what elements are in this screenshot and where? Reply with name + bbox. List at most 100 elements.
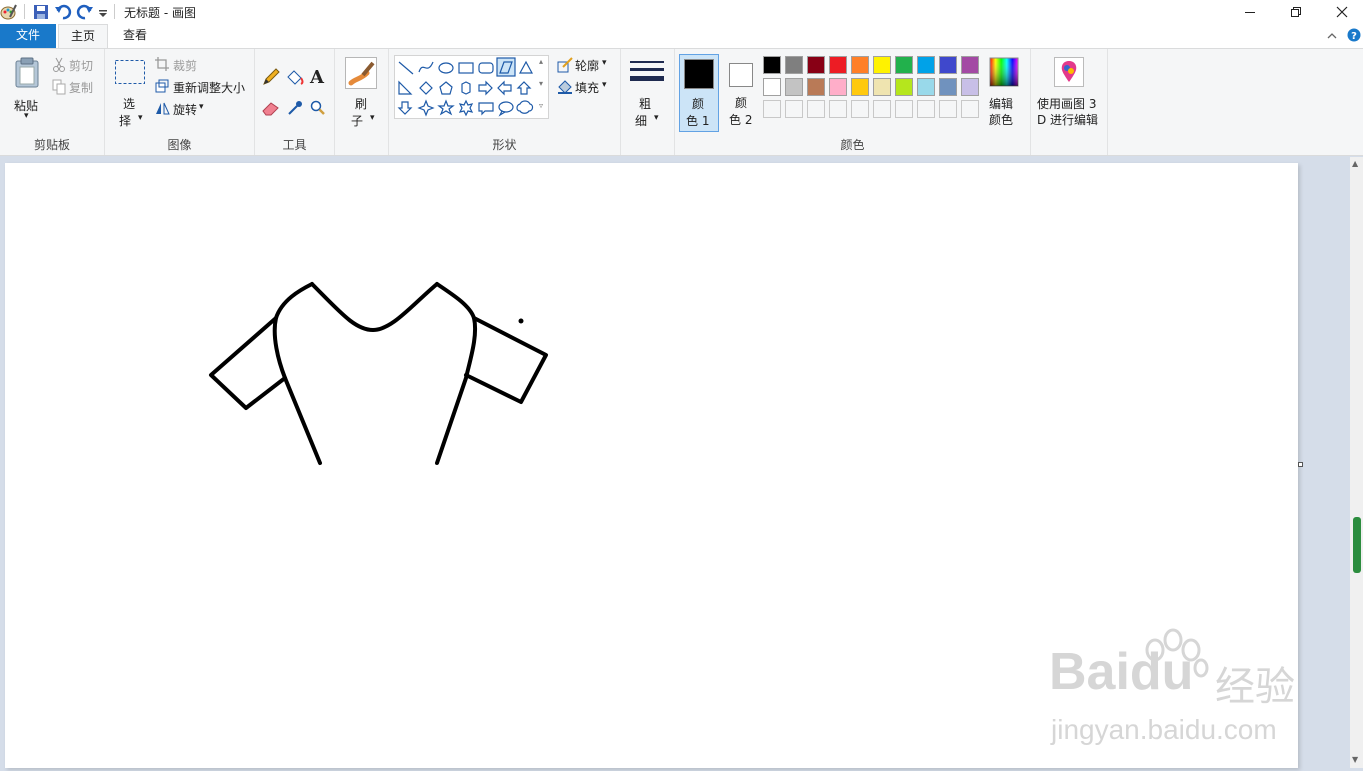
palette-swatch[interactable] <box>939 56 957 74</box>
image-group: 选 择 ▾ 裁剪 重新调整大小 旋转 ▾ 图像 <box>105 49 255 155</box>
palette-swatch[interactable] <box>917 56 935 74</box>
cut-label: 剪切 <box>69 59 94 73</box>
resize-icon <box>155 79 169 96</box>
color2-button[interactable]: 颜 色 2 <box>721 54 761 132</box>
minimize-button[interactable] <box>1227 0 1273 24</box>
palette-empty-swatch[interactable] <box>917 100 935 118</box>
fill-bucket-icon[interactable] <box>285 68 305 89</box>
scroll-up-icon[interactable]: ▲ <box>1352 159 1358 168</box>
color1-label-bottom: 色 1 <box>686 114 710 128</box>
paste-button[interactable]: 粘贴 ▾ <box>6 53 46 129</box>
palette-empty-swatch[interactable] <box>961 100 979 118</box>
tab-file[interactable]: 文件 <box>0 24 56 48</box>
palette-swatch[interactable] <box>763 56 781 74</box>
size-button[interactable]: 粗 细 ▾ <box>627 53 669 129</box>
palette-swatch[interactable] <box>851 56 869 74</box>
palette-swatch[interactable] <box>785 78 803 96</box>
edit-colors-button[interactable]: 编辑 颜色 <box>985 55 1025 129</box>
tab-home[interactable]: 主页 <box>58 24 108 49</box>
rotate-icon <box>155 101 171 118</box>
magnifier-icon[interactable] <box>310 100 326 119</box>
color-picker-icon[interactable] <box>287 100 303 119</box>
edit-colors-label-bottom: 颜色 <box>989 113 1014 127</box>
cut-button[interactable]: 剪切 <box>50 56 100 74</box>
fill-button[interactable]: 填充 ▾ <box>555 78 615 96</box>
rotate-label: 旋转 <box>173 103 198 117</box>
brushes-button[interactable]: 刷 子 ▾ <box>341 53 383 129</box>
edit-with-paint3d-button[interactable]: 使用画图 3 D 进行编辑 <box>1034 55 1106 129</box>
palette-swatch[interactable] <box>873 78 891 96</box>
palette-swatch[interactable] <box>961 56 979 74</box>
text-tool-icon[interactable]: A <box>310 67 324 88</box>
palette-swatch[interactable] <box>763 78 781 96</box>
minimize-icon <box>1245 12 1255 13</box>
collapse-ribbon-icon[interactable] <box>1326 30 1338 44</box>
color2-label-top: 颜 <box>735 96 748 110</box>
color1-button[interactable]: 颜 色 1 <box>679 54 719 132</box>
brushes-dropdown-icon: ▾ <box>370 113 375 123</box>
palette-empty-swatch[interactable] <box>785 100 803 118</box>
palette-swatch[interactable] <box>829 56 847 74</box>
palette-swatch[interactable] <box>785 56 803 74</box>
title-bar: 无标题 - 画图 <box>0 0 1363 24</box>
palette-swatch[interactable] <box>829 78 847 96</box>
eraser-icon[interactable] <box>262 100 280 119</box>
fill-dropdown-icon: ▾ <box>602 80 607 90</box>
palette-empty-swatch[interactable] <box>807 100 825 118</box>
line-width-icon <box>630 59 664 90</box>
crop-button[interactable]: 裁剪 <box>153 56 213 74</box>
pencil-icon[interactable] <box>262 68 280 89</box>
size-group: 粗 细 ▾ <box>621 49 675 155</box>
redo-icon[interactable] <box>76 3 94 24</box>
brushes-label-bottom: 子 <box>351 114 364 128</box>
shapes-scroll-up-icon[interactable]: ▴ <box>539 57 543 66</box>
fill-label: 填充 <box>575 81 600 95</box>
palette-empty-swatch[interactable] <box>829 100 847 118</box>
image-group-label: 图像 <box>167 138 192 152</box>
palette-empty-swatch[interactable] <box>873 100 891 118</box>
color1-label-top: 颜 <box>692 97 705 111</box>
resize-button[interactable]: 重新调整大小 <box>153 78 253 96</box>
shapes-scroll[interactable]: ▴ ▾ ▿ <box>537 55 549 119</box>
palette-swatch[interactable] <box>917 78 935 96</box>
palette-empty-swatch[interactable] <box>851 100 869 118</box>
palette-swatch[interactable] <box>895 78 913 96</box>
customize-qa-icon[interactable] <box>98 3 108 24</box>
palette-swatch[interactable] <box>939 78 957 96</box>
palette-swatch[interactable] <box>851 78 869 96</box>
shapes-expand-icon[interactable]: ▿ <box>539 101 543 110</box>
tools-group-label: 工具 <box>282 138 307 152</box>
paint3d-icon <box>1054 57 1084 90</box>
palette-swatch[interactable] <box>961 78 979 96</box>
palette-swatch[interactable] <box>873 56 891 74</box>
size-label-top: 粗 <box>639 97 652 111</box>
palette-swatch[interactable] <box>895 56 913 74</box>
palette-swatch[interactable] <box>807 78 825 96</box>
tab-view[interactable]: 查看 <box>113 24 157 48</box>
shapes-scroll-down-icon[interactable]: ▾ <box>539 79 543 88</box>
close-button[interactable] <box>1319 0 1363 24</box>
palette-empty-swatch[interactable] <box>939 100 957 118</box>
drawing-canvas[interactable]: Baidu 经验 jingyan.baidu.com <box>5 163 1298 768</box>
shapes-icons[interactable] <box>395 56 550 120</box>
save-icon[interactable] <box>32 3 50 24</box>
undo-icon[interactable] <box>54 3 72 24</box>
outline-button[interactable]: 轮廓 ▾ <box>555 56 615 74</box>
rotate-button[interactable]: 旋转 ▾ <box>153 100 223 118</box>
palette-empty-swatch[interactable] <box>763 100 781 118</box>
restore-icon <box>1291 7 1301 17</box>
help-icon[interactable]: ? <box>1347 28 1361 45</box>
palette-empty-swatch[interactable] <box>895 100 913 118</box>
maximize-button[interactable] <box>1273 0 1319 24</box>
watermark-url: jingyan.baidu.com <box>1051 714 1277 745</box>
scroll-thumb[interactable] <box>1353 517 1361 573</box>
vertical-scrollbar[interactable]: ▲ ▼ <box>1350 157 1363 768</box>
paint-app-icon[interactable] <box>0 3 18 24</box>
select-button[interactable]: 选 择 ▾ <box>111 53 147 129</box>
resize-handle-right[interactable] <box>1298 462 1303 467</box>
scroll-down-icon[interactable]: ▼ <box>1352 755 1358 764</box>
window-title: 无标题 - 画图 <box>124 6 196 20</box>
palette-swatch[interactable] <box>807 56 825 74</box>
colors-group: 颜 色 1 颜 色 2 编辑 颜色 颜色 <box>675 49 1031 155</box>
copy-button[interactable]: 复制 <box>50 78 100 96</box>
